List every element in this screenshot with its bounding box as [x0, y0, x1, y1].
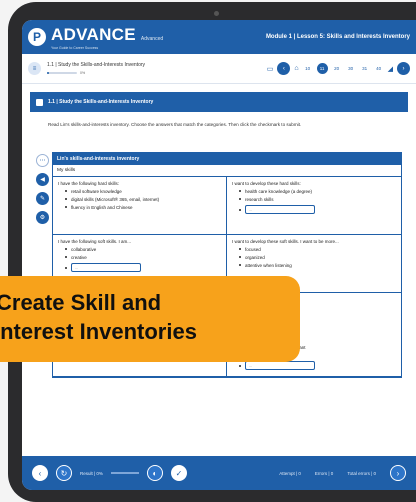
list-item: focused: [239, 247, 396, 252]
instructions: Read Lin's skills-and-interests inventor…: [48, 122, 302, 127]
answer-dropdown[interactable]: ...: [71, 263, 141, 272]
answer-dropdown[interactable]: ...: [245, 205, 315, 214]
page-link[interactable]: 20: [332, 66, 342, 71]
section-title: 1.1 | Study the Skills-and-Interests Inv…: [48, 99, 154, 105]
back-button[interactable]: ‹: [32, 465, 48, 481]
glossary-icon[interactable]: ▭: [267, 65, 274, 73]
page-navigator: ▭ ‹ ⌂ 10 11 20 30 31 40 ◢ ›: [267, 62, 410, 75]
list-item: ...: [239, 205, 396, 214]
list-item: attentive when listening: [239, 263, 396, 268]
app-header: P ADVANCE Advanced Your Guide to Career …: [22, 20, 416, 54]
tablet-frame: P ADVANCE Advanced Your Guide to Career …: [8, 2, 416, 502]
bottom-toolbar: ‹ ↻ Result | 0% ◐ ✓ Attempt | 0 Errors |…: [22, 456, 416, 490]
cell-heading: I want to develop these hard skills:: [232, 181, 301, 186]
lesson-progress-fill: [47, 72, 49, 74]
list-item: health care knowledge (a degree): [239, 189, 396, 194]
inventory-title: Lin's skills-and-interests inventory: [53, 153, 401, 165]
logo-icon: P: [28, 28, 46, 46]
page-link[interactable]: 31: [360, 66, 370, 71]
lesson-info: 1.1 | Study the Skills-and-Interests Inv…: [47, 62, 145, 75]
list-item: organized: [239, 255, 396, 260]
hint-icon[interactable]: ◐: [146, 465, 163, 481]
banner-line-1: Create Skill and: [0, 290, 162, 315]
audio-play-icon[interactable]: ◀: [36, 173, 49, 186]
translate-icon[interactable]: ✎: [36, 192, 49, 205]
page-link[interactable]: 10: [303, 66, 313, 71]
list-item: fluency in English and Chinese: [65, 205, 221, 210]
brand-name: ADVANCE: [51, 24, 136, 44]
submit-check-button[interactable]: ✓: [170, 465, 187, 481]
cell-heading: I have the following soft skills. I am..…: [58, 239, 132, 244]
attempts-count: Attempt | 0: [279, 470, 301, 476]
hard-skills-cell: I have the following hard skills: retail…: [53, 177, 227, 235]
cell-heading: I want to develop these soft skills. I w…: [232, 239, 339, 244]
result-label: Result | 0%: [80, 470, 103, 476]
page-link[interactable]: 30: [346, 66, 356, 71]
list-item: ...: [239, 361, 396, 370]
page-link-active[interactable]: 11: [316, 63, 328, 74]
next-page-button[interactable]: ›: [397, 62, 410, 75]
audio-icon[interactable]: ◢: [388, 65, 393, 73]
section-icon: [36, 98, 43, 106]
section-header: 1.1 | Study the Skills-and-Interests Inv…: [30, 92, 408, 112]
home-icon[interactable]: ⌂: [294, 65, 298, 72]
list-item: retail software knowledge: [65, 189, 221, 194]
module-title: Module 1 | Lesson 5: Skills and Interest…: [265, 34, 410, 40]
settings-icon[interactable]: ⚙: [36, 211, 49, 224]
brand-tagline: Your Guide to Career Success: [51, 45, 99, 50]
inventory-row-label: My skills: [53, 165, 401, 177]
reset-icon[interactable]: ↻: [56, 465, 72, 481]
list-item: ...: [65, 263, 221, 272]
answer-dropdown[interactable]: ...: [245, 361, 315, 370]
lesson-progress-text: 0%: [80, 71, 86, 75]
screen: P ADVANCE Advanced Your Guide to Career …: [22, 20, 416, 490]
menu-icon[interactable]: ≡: [28, 62, 41, 75]
errors-count: Errors | 0: [314, 470, 334, 476]
list-item: research skills: [239, 197, 396, 202]
list-item: digital skills (Microsoft® 365, email, i…: [65, 197, 221, 202]
prev-page-button[interactable]: ‹: [277, 62, 291, 75]
cell-heading: I have the following hard skills:: [58, 181, 120, 186]
result-progress-bar: [110, 472, 139, 474]
total-errors-count: Total errors | 0: [347, 470, 376, 476]
next-button[interactable]: ›: [390, 465, 406, 481]
promo-banner: Create Skill and Interest Inventories: [0, 276, 300, 362]
banner-line-2: Interest Inventories: [0, 319, 197, 344]
more-options-icon[interactable]: ⋯: [36, 154, 49, 167]
list-item: creative: [65, 255, 221, 260]
lesson-name: 1.1 | Study the Skills-and-Interests Inv…: [47, 62, 146, 68]
lesson-bar: ≡ 1.1 | Study the Skills-and-Interests I…: [22, 54, 416, 84]
brand-level: Advanced: [140, 35, 164, 42]
camera-dot: [214, 11, 219, 16]
page-link[interactable]: 40: [374, 66, 384, 71]
brand: ADVANCE Advanced Your Guide to Career Su…: [51, 25, 163, 50]
lesson-progress-bar: [47, 72, 77, 74]
develop-hard-skills-cell: I want to develop these hard skills: hea…: [227, 177, 401, 235]
list-item: collaborative: [65, 247, 221, 252]
side-toolbar: ⋯ ◀ ✎ ⚙: [36, 154, 49, 224]
